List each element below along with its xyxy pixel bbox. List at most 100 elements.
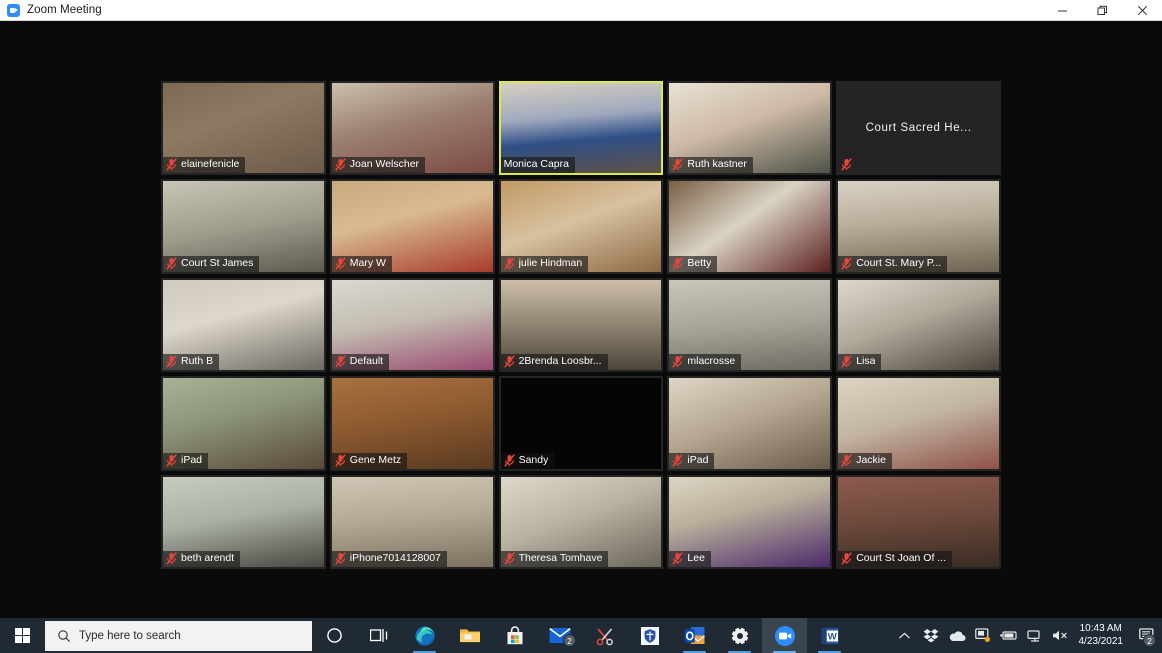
participant-tile[interactable]: Joan Welscher <box>329 81 495 176</box>
participant-name: Lisa <box>856 355 876 368</box>
participant-name: Court St Joan Of ... <box>856 552 947 564</box>
windows-logo-icon <box>15 628 30 643</box>
participant-name-bar: iPad <box>669 452 715 469</box>
cortana-icon[interactable] <box>312 618 357 653</box>
participant-name-bar: elainefenicle <box>163 157 246 174</box>
participant-name-bar: Court St James <box>163 255 260 272</box>
network-icon[interactable] <box>1022 618 1048 653</box>
participant-tile[interactable]: 2Brenda Loosbr... <box>498 277 664 373</box>
participant-name-bar: Joan Welscher <box>331 157 426 174</box>
dropbox-icon[interactable] <box>918 618 944 653</box>
mail-badge: 2 <box>563 634 576 647</box>
participant-tile[interactable]: Court St Joan Of ... <box>836 474 1001 569</box>
shield-app-icon[interactable] <box>627 618 672 653</box>
mic-muted-icon <box>841 257 852 270</box>
participant-name: Default <box>349 355 384 368</box>
zoom-icon[interactable] <box>762 618 807 653</box>
zoom-camera-icon <box>7 3 20 17</box>
participant-tile[interactable]: Ruth B <box>161 277 326 373</box>
microsoft-edge-icon[interactable] <box>402 618 447 653</box>
windows-taskbar: Type here to search 2 W 10:43 AM 4/23/20… <box>0 618 1162 653</box>
participant-name: Court St. Mary P... <box>856 256 942 269</box>
participant-tile[interactable]: Court St. Mary P... <box>836 179 1001 274</box>
mic-muted-icon <box>335 257 346 270</box>
participant-tile[interactable]: elainefenicle <box>161 81 326 176</box>
participant-tile[interactable]: Gene Metz <box>329 376 495 471</box>
participant-tile[interactable]: Lee <box>667 474 833 569</box>
word-icon[interactable]: W <box>807 618 852 653</box>
participant-name-bar: Court St Joan Of ... <box>838 551 953 567</box>
mic-muted-icon <box>672 552 684 565</box>
participant-tile[interactable]: julie Hindman <box>498 179 664 274</box>
system-tray: 10:43 AM 4/23/2021 2 <box>892 618 1162 653</box>
task-view-icon[interactable] <box>357 618 402 653</box>
participant-tile[interactable]: Betty <box>667 179 833 274</box>
participant-tile[interactable]: mlacrosse <box>667 277 833 373</box>
participant-tile[interactable]: beth arendt <box>161 474 326 569</box>
participant-name: iPhone7014128007 <box>349 552 441 564</box>
window-controls <box>1042 0 1162 21</box>
participant-tile[interactable]: Court Sacred He... <box>836 81 1001 176</box>
participant-name-bar: beth arendt <box>163 551 241 567</box>
participant-tile[interactable]: Sandy <box>498 376 664 471</box>
participant-name: elainefenicle <box>181 158 240 171</box>
mic-muted-icon <box>841 355 852 368</box>
mic-muted-icon <box>672 158 684 172</box>
restore-button[interactable] <box>1082 0 1122 21</box>
start-button[interactable] <box>0 618 45 653</box>
minimize-button[interactable] <box>1042 0 1082 21</box>
svg-text:W: W <box>827 631 836 642</box>
participant-tile[interactable]: Mary W <box>329 179 495 274</box>
participant-name-bar: julie Hindman <box>500 255 589 272</box>
search-input[interactable]: Type here to search <box>45 620 312 651</box>
participant-name: Mary W <box>349 256 386 269</box>
outlook-icon[interactable] <box>672 618 717 653</box>
participant-name-bar: iPhone7014128007 <box>331 551 447 567</box>
participant-name-bar: Lee <box>669 551 711 567</box>
participant-tile[interactable]: Court St James <box>161 179 326 274</box>
onedrive-icon[interactable] <box>944 618 970 653</box>
participant-name: Gene Metz <box>349 453 402 466</box>
participant-name-bar: iPad <box>163 452 209 469</box>
participant-name: iPad <box>687 453 709 466</box>
participant-name-bar: Ruth B <box>163 354 220 371</box>
microsoft-store-icon[interactable] <box>492 618 537 653</box>
mic-muted-icon <box>672 453 684 467</box>
participant-name-bar: Gene Metz <box>331 452 408 469</box>
participant-gallery-grid: elainefenicle Joan Welscher Monica Capra Ru… <box>161 81 1001 569</box>
participant-tile[interactable]: Lisa <box>836 277 1001 373</box>
mic-muted-icon <box>841 158 852 172</box>
settings-gear-icon[interactable] <box>717 618 762 653</box>
file-explorer-icon[interactable] <box>447 618 492 653</box>
participant-tile[interactable]: Ruth kastner <box>667 81 833 176</box>
window-title: Zoom Meeting <box>27 4 102 16</box>
participant-name-bar: 2Brenda Loosbr... <box>500 354 608 371</box>
display-settings-icon[interactable] <box>970 618 996 653</box>
participant-tile[interactable]: iPad <box>667 376 833 471</box>
participant-name-bar: mlacrosse <box>669 354 742 371</box>
participant-name: mlacrosse <box>687 355 736 368</box>
participant-name: iPad <box>181 453 203 466</box>
participant-tile[interactable]: Jackie <box>836 376 1001 471</box>
clock-date: 4/23/2021 <box>1078 635 1124 647</box>
taskbar-clock[interactable]: 10:43 AM 4/23/2021 <box>1074 618 1133 653</box>
participant-tile[interactable]: Theresa Tomhave <box>498 474 664 569</box>
mic-muted-icon <box>841 453 852 467</box>
mic-muted-icon <box>503 453 515 467</box>
show-hidden-icons-chevron[interactable] <box>892 618 918 653</box>
action-center-icon[interactable]: 2 <box>1132 618 1162 653</box>
volume-muted-icon[interactable] <box>1048 618 1074 653</box>
snip-and-sketch-icon[interactable] <box>582 618 627 653</box>
participant-name: Court St James <box>181 256 254 269</box>
participant-name: Joan Welscher <box>349 158 420 171</box>
participant-tile[interactable]: iPhone7014128007 <box>329 474 495 569</box>
participant-name-bar: Betty <box>669 255 718 272</box>
close-button[interactable] <box>1122 0 1162 21</box>
participant-tile[interactable]: Default <box>329 277 495 373</box>
mic-muted-icon <box>166 158 177 172</box>
participant-name-bar: Mary W <box>331 255 392 272</box>
participant-tile[interactable]: iPad <box>161 376 326 471</box>
participant-tile[interactable]: Monica Capra <box>498 81 664 176</box>
mail-icon[interactable]: 2 <box>537 618 582 653</box>
battery-icon[interactable] <box>996 618 1022 653</box>
